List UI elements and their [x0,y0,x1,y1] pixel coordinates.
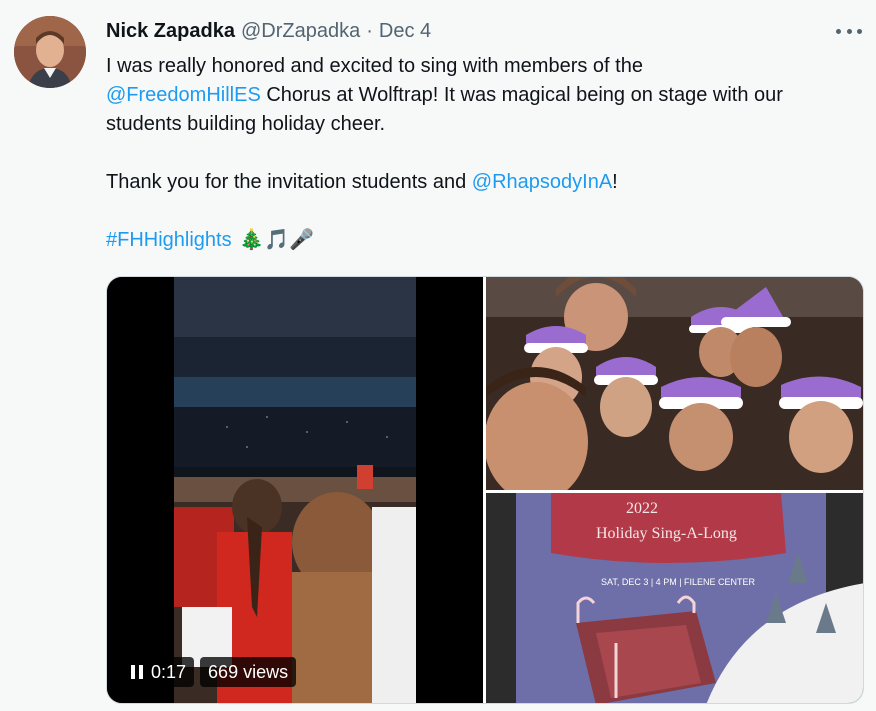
text-line: #FHHighlights 🎄🎵🎤 [106,226,866,255]
pause-icon [131,665,143,679]
author-handle[interactable]: @DrZapadka [241,20,360,43]
program-info: SAT, DEC 3 | 4 PM | FILENE CENTER [601,577,756,587]
program-title: Holiday Sing-A-Long [596,525,737,542]
tweet-header: Nick Zapadka @DrZapadka · Dec 4 [106,18,431,44]
text-segment: ! [612,171,618,193]
separator-dot: · [366,19,373,42]
photo-selfie[interactable] [486,277,863,490]
tweet-text: I was really honored and excited to sing… [106,52,866,255]
text-segment: Thank you for the invitation students an… [106,171,472,193]
text-line: I was really honored and excited to sing… [106,52,866,81]
text-line: Thank you for the invitation students an… [106,168,866,197]
text-line: @FreedomHillES Chorus at Wolftrap! It wa… [106,81,866,110]
hashtag-fhhighlights[interactable]: #FHHighlights [106,229,232,251]
play-pause-button[interactable]: 0:17 [123,657,195,687]
view-count: 669 views [200,657,297,687]
program-year: 2022 [626,500,658,517]
more-options-icon[interactable] [836,22,862,40]
tweet[interactable]: Nick Zapadka @DrZapadka · Dec 4 I was re… [0,0,876,711]
video-controls: 0:17 669 views [123,657,297,687]
text-line: students building holiday cheer. [106,110,866,139]
video-time: 0:17 [151,661,187,682]
text-segment: students building holiday cheer. [106,113,386,135]
mention-freedomhilles[interactable]: @FreedomHillES [106,84,261,106]
text-segment: I was really honored and excited to sing… [106,55,643,77]
video-player[interactable]: 0:17 669 views [107,277,483,703]
tweet-date[interactable]: Dec 4 [379,20,431,43]
author-name[interactable]: Nick Zapadka [106,20,235,43]
mention-rhapsodyina[interactable]: @RhapsodyInA [472,171,612,193]
photo-program[interactable]: 2022 Holiday Sing-A-Long SAT, DEC 3 | 4 … [486,493,863,703]
text-segment: Chorus at Wolftrap! It was magical being… [260,84,783,106]
avatar[interactable] [14,16,86,88]
emoji-group: 🎄🎵🎤 [239,229,314,251]
media-grid: 0:17 669 views 2022 Holiday Sing-A-Long … [106,276,864,704]
